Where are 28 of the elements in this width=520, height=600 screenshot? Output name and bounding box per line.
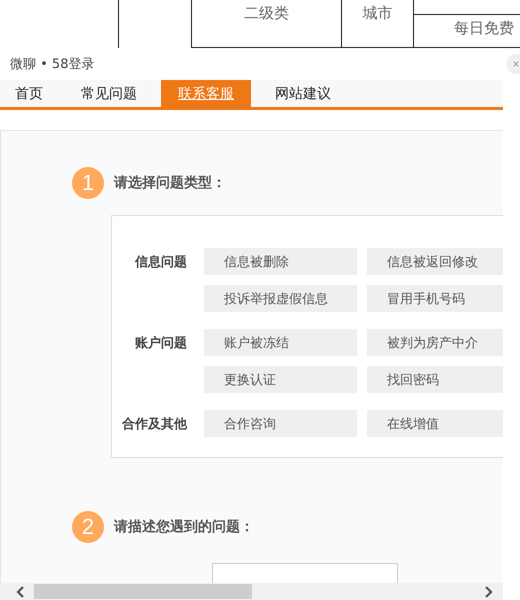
option-button[interactable]: 冒用手机号码 bbox=[367, 285, 503, 312]
tab[interactable]: 首页 bbox=[0, 80, 57, 107]
option-button[interactable]: 被判为房产中介 bbox=[367, 329, 503, 356]
step-title: 请选择问题类型： bbox=[114, 174, 226, 192]
tab[interactable]: 网站建议 bbox=[261, 80, 345, 107]
option-button[interactable]: 投诉举报虚假信息 bbox=[204, 285, 357, 312]
table-header: 城市 bbox=[362, 4, 392, 24]
table-header: 每日免费 bbox=[453, 18, 515, 38]
category-label: 账户问题 bbox=[134, 334, 187, 353]
scroll-right-icon[interactable] bbox=[483, 586, 493, 598]
option-button[interactable]: 找回密码 bbox=[367, 366, 503, 393]
option-button[interactable]: 账户被冻结 bbox=[204, 329, 357, 356]
option-button[interactable]: 信息被删除 bbox=[204, 248, 357, 275]
dialog-title: 微聊 • 58登录 bbox=[10, 56, 94, 73]
step-title: 请描述您遇到的问题： bbox=[114, 518, 254, 536]
option-button[interactable]: 更换认证 bbox=[204, 366, 357, 393]
category-label: 合作及其他 bbox=[120, 416, 187, 434]
option-button[interactable]: 合作咨询 bbox=[204, 410, 357, 437]
scrollbar-thumb[interactable] bbox=[34, 584, 252, 599]
table-header: 二级类 bbox=[244, 4, 289, 24]
step-number: 2 bbox=[72, 511, 104, 543]
step-number: 1 bbox=[72, 167, 104, 199]
horizontal-scrollbar[interactable] bbox=[0, 583, 503, 600]
category-label: 信息问题 bbox=[134, 254, 187, 272]
scroll-left-icon[interactable] bbox=[16, 586, 26, 598]
option-button[interactable]: 在线增值 bbox=[367, 410, 503, 437]
tab[interactable]: 常见问题 bbox=[67, 80, 151, 107]
option-button[interactable]: 信息被返回修改 bbox=[367, 248, 503, 275]
